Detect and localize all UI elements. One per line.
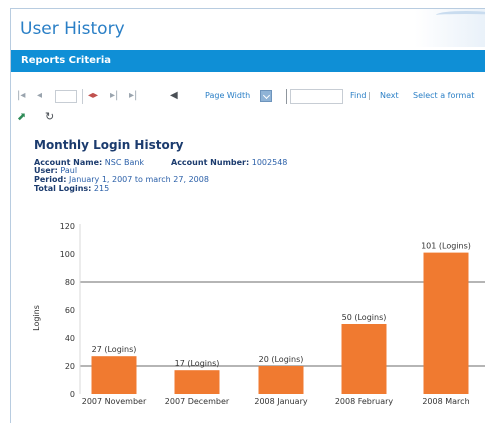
x-tick-label: 2008 March <box>422 397 469 406</box>
x-tick-label: 2007 December <box>165 397 230 406</box>
y-tick-label: 80 <box>65 278 75 287</box>
y-tick-label: 120 <box>60 222 75 231</box>
bar-data-label: 101 (Logins) <box>421 242 471 251</box>
chart-bar <box>423 252 469 394</box>
chart-bar <box>341 324 387 394</box>
bar-data-label: 17 (Logins) <box>175 359 220 368</box>
bar-data-label: 20 (Logins) <box>259 355 304 364</box>
login-history-chart: 27 (Logins) 17 (Logins) 20 (Logins) 50 (Log… <box>32 222 485 406</box>
y-tick-label: 40 <box>65 334 75 343</box>
chart-bars <box>91 252 469 394</box>
bar-data-label: 27 (Logins) <box>92 345 137 354</box>
chart-y-ticks: 0 20 40 60 80 100 120 <box>60 222 75 399</box>
chart-y-axis-label: Logins <box>32 305 41 331</box>
x-tick-label: 2008 February <box>335 397 394 406</box>
x-tick-label: 2008 January <box>254 397 307 406</box>
chart-bar <box>91 356 137 394</box>
y-tick-label: 60 <box>65 306 75 315</box>
y-tick-label: 100 <box>60 250 75 259</box>
chart-bar <box>174 370 220 394</box>
y-tick-label: 0 <box>70 390 75 399</box>
bar-data-label: 50 (Logins) <box>342 313 387 322</box>
x-tick-label: 2007 November <box>82 397 147 406</box>
chart-data-labels: 27 (Logins) 17 (Logins) 20 (Logins) 50 (Log… <box>92 242 471 369</box>
y-tick-label: 20 <box>65 362 75 371</box>
chart-bar <box>258 366 304 394</box>
chart-x-ticks: 2007 November 2007 December 2008 January 20… <box>82 397 470 406</box>
